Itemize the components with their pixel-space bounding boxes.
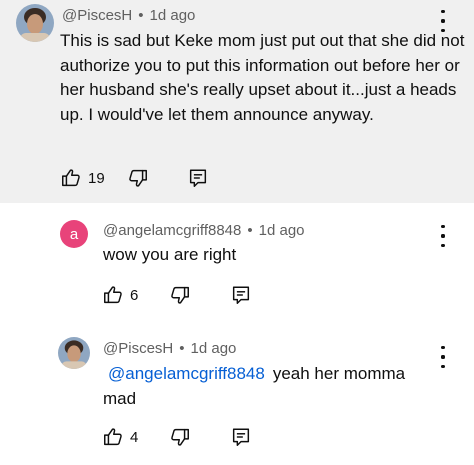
comment-actions: 19: [60, 166, 260, 190]
avatar[interactable]: [58, 337, 90, 369]
timestamp[interactable]: 1d ago: [150, 7, 196, 24]
avatar-letter: a: [69, 225, 79, 243]
dislike-button[interactable]: [169, 283, 191, 307]
comment-meta: @angelamcgriff8848 • 1d ago: [103, 222, 305, 239]
reply-button[interactable]: [230, 425, 252, 449]
author-name[interactable]: @angelamcgriff8848: [103, 222, 241, 239]
comment-text: This is sad but Keke mom just put out th…: [60, 31, 465, 124]
meta-separator: •: [179, 340, 185, 357]
thumbs-down-icon: [127, 167, 149, 189]
dislike-button[interactable]: [127, 166, 149, 190]
thumbs-down-icon: [169, 426, 191, 448]
like-button[interactable]: 4: [102, 425, 138, 449]
reply-button[interactable]: [230, 283, 252, 307]
thumbs-down-icon: [169, 284, 191, 306]
comment-text: wow you are right: [103, 245, 237, 264]
thumbs-up-icon: [102, 284, 124, 306]
comment-thread-2: a @angelamcgriff8848 • 1d ago wow you are …: [0, 205, 474, 322]
comment-thread-3: @PiscesH • 1d ago @angelamcgriff8848 yeah h…: [0, 332, 474, 465]
thumbs-up-icon: [102, 426, 124, 448]
author-name[interactable]: @PiscesH: [62, 7, 132, 24]
mention-link[interactable]: @angelamcgriff8848: [108, 364, 265, 383]
comment-meta: @PiscesH • 1d ago: [62, 7, 195, 24]
reply-icon: [187, 167, 209, 189]
reply-button[interactable]: [187, 166, 209, 190]
comment-actions: 6: [102, 283, 262, 307]
author-name[interactable]: @PiscesH: [103, 340, 173, 357]
timestamp[interactable]: 1d ago: [191, 340, 237, 357]
reply-icon: [230, 426, 252, 448]
avatar[interactable]: [16, 4, 54, 42]
timestamp[interactable]: 1d ago: [259, 222, 305, 239]
meta-separator: •: [247, 222, 253, 239]
comment-text: @angelamcgriff8848 yeah her momma mad: [103, 362, 433, 411]
like-button[interactable]: 19: [60, 166, 105, 190]
avatar[interactable]: a: [60, 220, 88, 248]
like-count: 4: [130, 428, 139, 446]
thumbs-up-icon: [60, 167, 82, 189]
meta-separator: •: [138, 7, 144, 24]
like-button[interactable]: 6: [102, 283, 138, 307]
reply-icon: [230, 284, 252, 306]
dislike-button[interactable]: [169, 425, 191, 449]
comment-actions: 4: [102, 425, 262, 449]
like-count: 19: [88, 169, 105, 187]
like-count: 6: [130, 286, 139, 304]
more-vert-icon[interactable]: [436, 346, 450, 368]
comment-meta: @PiscesH • 1d ago: [103, 340, 236, 357]
comment-thread-1: @PiscesH • 1d ago This is sad but Keke mom…: [0, 0, 474, 203]
